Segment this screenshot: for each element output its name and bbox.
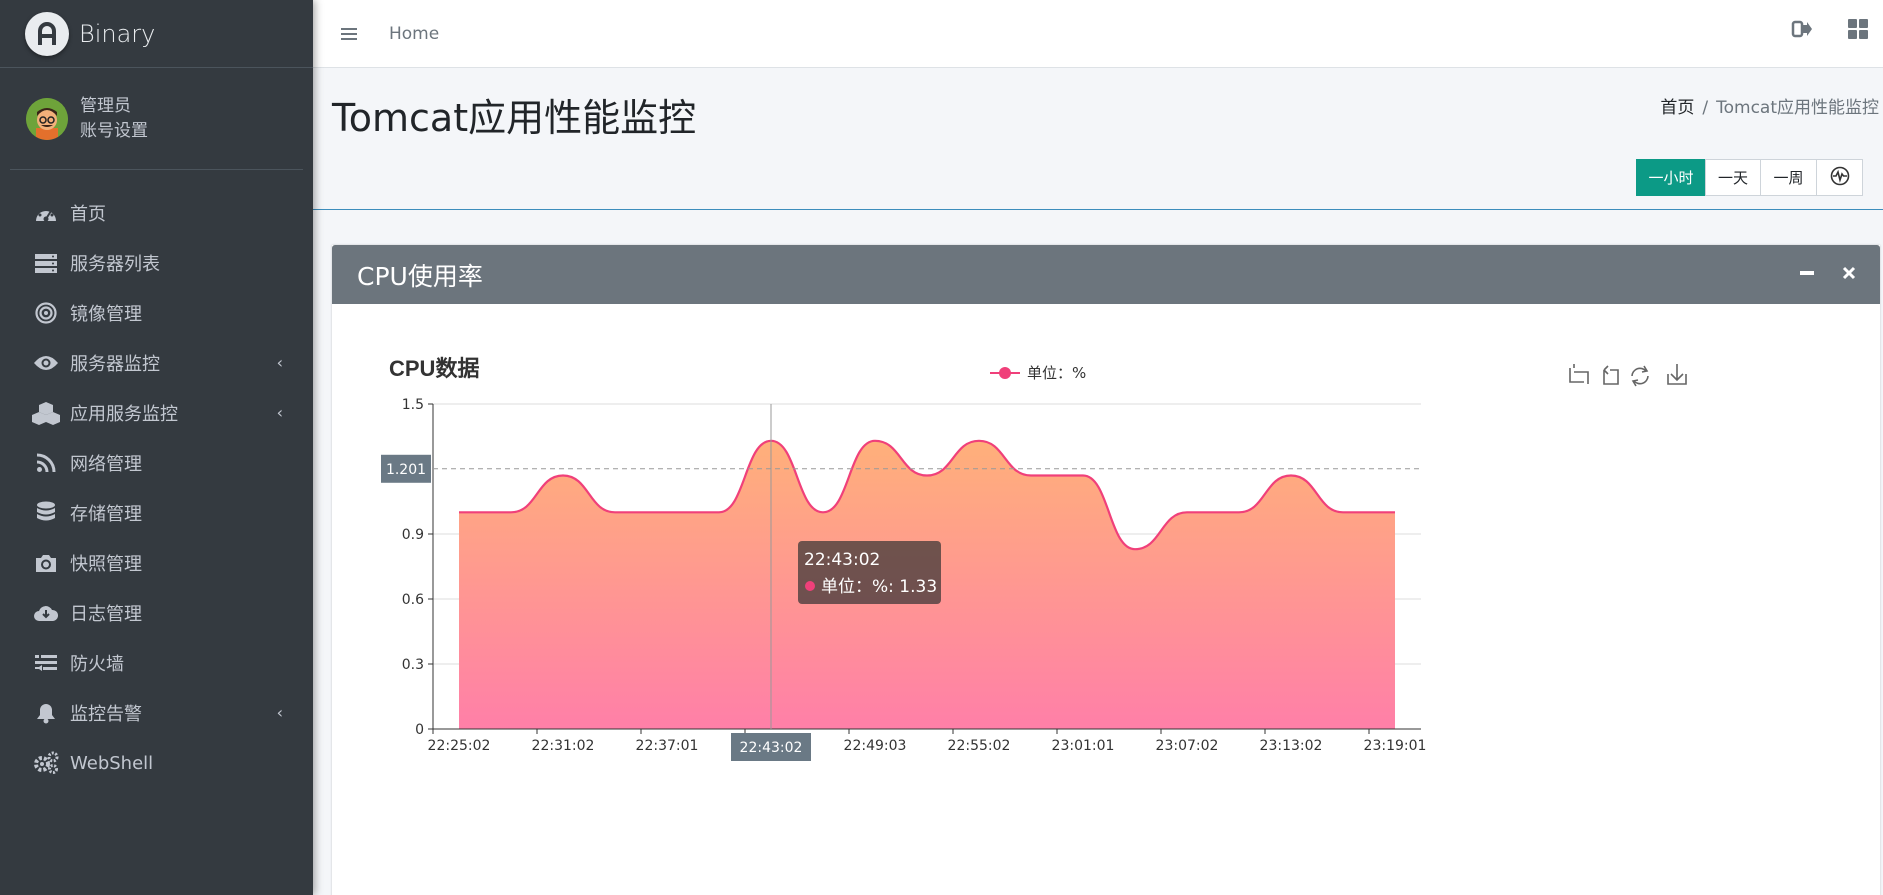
brand-logo-icon [25,11,69,56]
range-week-button[interactable]: 一周 [1760,159,1817,196]
sidebar-item-label: 网络管理 [70,454,142,475]
y-tick-label: 0.6 [402,592,424,608]
sidebar: Binary 管理员 账号设置 首页服务器列表镜像管理服务器监控 ‹ 应用服务监控 ‹… [0,0,313,895]
x-tick-label: 22:49:03 [844,738,907,754]
apps-grid-icon[interactable] [1847,18,1869,44]
sidebar-item-label: 镜像管理 [70,304,142,325]
x-tick-label: 22:31:02 [532,738,595,754]
x-tick-label: 23:07:02 [1156,738,1219,754]
rss-icon [32,449,60,477]
sidebar-item-4[interactable]: 应用服务监控 ‹ [0,388,313,438]
server-icon [32,249,60,277]
sidebar-item-2[interactable]: 镜像管理 [0,288,313,338]
avatar[interactable] [26,97,68,140]
tooltip-marker [805,581,815,591]
tooltip-value: 单位：%: 1.33 [821,577,937,597]
range-hour-button[interactable]: 一小时 [1636,159,1706,196]
breadcrumb-separator: / [1702,98,1709,118]
eye-icon [32,349,60,377]
chart-title: CPU数据 [389,356,479,381]
sidebar-item-label: 监控告警 [70,704,142,725]
menu-toggle-icon[interactable] [341,25,357,43]
x-tick-label: 23:01:01 [1052,738,1115,754]
sidebar-nav: 首页服务器列表镜像管理服务器监控 ‹ 应用服务监控 ‹ 网络管理存储管理快照管理日志管理… [0,170,313,788]
heartbeat-icon [1830,166,1850,190]
cpu-chart: CPU数据 单位：% 0 0.3 0.6 0.9 1.5 22:25:02 22:31:02… [381,356,1687,761]
x-tick-label: 23:19:01 [1364,738,1427,754]
cubes-icon [32,399,60,427]
content-header: Tomcat应用性能监控 首页 / Tomcat应用性能监控 一小时 一天 一周 [313,69,1883,210]
sidebar-item-label: WebShell [70,752,154,774]
user-name[interactable]: 管理员 [80,94,148,119]
breadcrumb: 首页 / Tomcat应用性能监控 [1660,93,1879,118]
realtime-button[interactable] [1816,159,1863,196]
page-title: Tomcat应用性能监控 [332,96,697,140]
target-icon [32,299,60,327]
sidebar-item-label: 首页 [70,204,106,225]
sidebar-item-6[interactable]: 存储管理 [0,488,313,538]
sidebar-item-3[interactable]: 服务器监控 ‹ [0,338,313,388]
brand-name: Binary [79,19,156,48]
brand[interactable]: Binary [0,0,313,68]
sidebar-item-label: 快照管理 [70,554,142,575]
dashboard-icon [32,199,60,227]
home-link[interactable]: Home [389,24,439,44]
x-tick-label: 22:37:01 [636,738,699,754]
legend-label: 单位：% [1027,364,1086,382]
sidebar-item-0[interactable]: 首页 [0,188,313,238]
logout-icon[interactable] [1791,18,1813,44]
gears-icon [32,749,60,777]
chart-legend[interactable]: 单位：% [990,364,1086,382]
chart-toolbox [1569,364,1687,387]
time-range-group: 一小时 一天 一周 [1636,159,1863,196]
sidebar-item-label: 日志管理 [70,604,142,625]
download-icon[interactable] [1667,364,1687,385]
sidebar-item-8[interactable]: 日志管理 [0,588,313,638]
close-icon[interactable] [1842,265,1856,284]
x-tick-label: 23:13:02 [1260,738,1323,754]
restore-icon[interactable] [1631,365,1649,387]
firewall-icon [32,649,60,677]
y-tick-label: 0.3 [402,657,424,673]
x-tick-label: 22:55:02 [948,738,1011,754]
y-tick-label: 1.5 [402,397,424,413]
zoom-reset-icon[interactable] [1603,365,1619,385]
camera-icon [32,549,60,577]
cpu-card: CPU使用率 CPU数据 单位：% 0 0.3 0.6 0.9 1.5 22:2… [332,245,1880,895]
account-settings-link[interactable]: 账号设置 [80,119,148,144]
card-title: CPU使用率 [357,261,483,291]
sidebar-item-10[interactable]: 监控告警 ‹ [0,688,313,738]
breadcrumb-home[interactable]: 首页 [1660,98,1694,118]
tooltip-time: 22:43:02 [804,550,880,570]
cloud-download-icon [32,599,60,627]
database-icon [32,499,60,527]
card-header: CPU使用率 [332,245,1880,304]
sidebar-item-7[interactable]: 快照管理 [0,538,313,588]
y-tick-label: 0 [415,722,424,738]
sidebar-item-9[interactable]: 防火墙 [0,638,313,688]
breadcrumb-current: Tomcat应用性能监控 [1716,98,1879,118]
range-day-button[interactable]: 一天 [1705,159,1761,196]
chevron-left-icon: ‹ [276,353,283,372]
sidebar-item-5[interactable]: 网络管理 [0,438,313,488]
sidebar-item-1[interactable]: 服务器列表 [0,238,313,288]
plot-area: 0 0.3 0.6 0.9 1.5 22:25:02 22:31:02 22:37:01 22:… [381,397,1426,761]
crosshair-y-label: 1.201 [386,462,426,478]
zoom-icon[interactable] [1569,364,1589,384]
sidebar-item-label: 服务器监控 [70,354,160,375]
chevron-left-icon: ‹ [276,403,283,422]
sidebar-item-label: 应用服务监控 [70,404,178,425]
collapse-icon[interactable] [1800,265,1814,284]
sidebar-item-11[interactable]: WebShell [0,738,313,788]
crosshair-x-label: 22:43:02 [740,740,803,756]
sidebar-item-label: 服务器列表 [70,254,160,275]
user-panel: 管理员 账号设置 [10,68,303,170]
sidebar-item-label: 存储管理 [70,504,142,525]
bell-icon [32,699,60,727]
sidebar-item-label: 防火墙 [70,654,124,675]
top-navbar: Home [313,0,1883,68]
x-tick-label: 22:25:02 [428,738,491,754]
chevron-left-icon: ‹ [276,703,283,722]
y-tick-label: 0.9 [402,527,424,543]
